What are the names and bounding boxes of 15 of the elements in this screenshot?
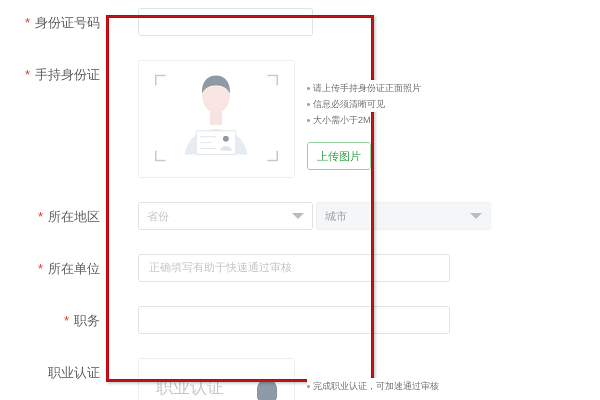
field-label: * 职务: [62, 312, 100, 330]
text-field[interactable]: [138, 306, 450, 334]
hint-text: 信息必须清晰可见: [307, 96, 385, 112]
upload-button[interactable]: 上传图片: [307, 142, 371, 170]
field-label: * 身份证号码: [24, 14, 100, 32]
field-label: * 所在地区: [36, 208, 100, 226]
field-label: * 所在单位: [36, 260, 100, 278]
field-label: 职业认证: [47, 364, 100, 382]
dropdown[interactable]: 省份: [138, 202, 313, 230]
hint-text: 请上传手持身份证正面照片: [307, 80, 421, 96]
text-field[interactable]: 正确填写有助于快速通过审核: [138, 254, 450, 282]
caret-icon: [470, 213, 482, 219]
field-label: * 手持身份证: [24, 66, 100, 84]
caret-icon: [292, 213, 304, 219]
hint-text: 大小需小于2M: [307, 112, 371, 128]
